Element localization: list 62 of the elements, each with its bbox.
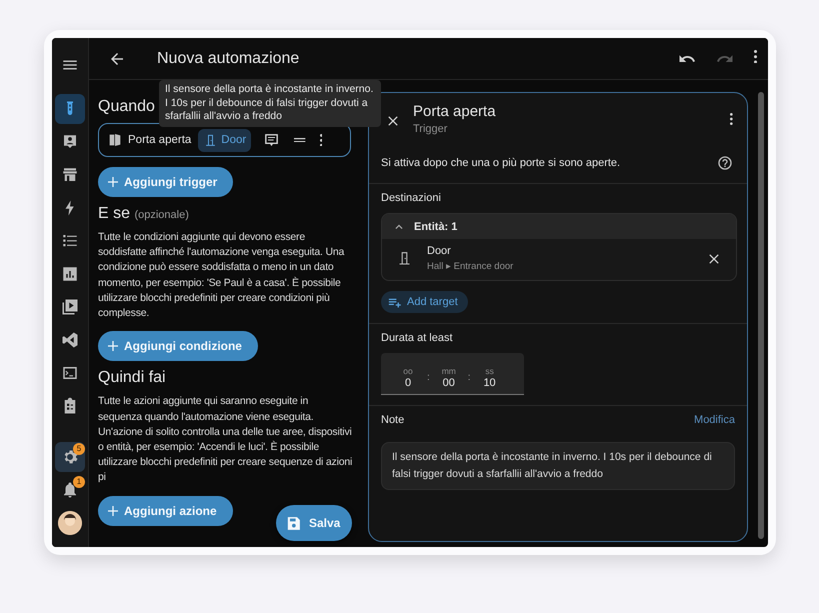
sidebar-item[interactable]: 5: [55, 442, 85, 472]
entity-path: Hall ▸ Entrance door: [427, 260, 514, 272]
plus-icon: [108, 506, 118, 516]
save-icon: [285, 514, 302, 532]
avatar-icon: [58, 510, 82, 534]
sidebar-item[interactable]: [55, 94, 85, 124]
colon-separator: :: [427, 372, 430, 383]
add-button[interactable]: Aggiungi condizione: [98, 331, 258, 362]
more-icon: [320, 134, 322, 146]
section-description: Tutte le azioni aggiunte qui saranno eseguite in sequenza quando l'automazione viene eseguita. Un'azione di solito controlla una delle tue aree, dispositivi o entità, per esempio: 'Accendi le luci'. È possibile utilizzare blocchi predefiniti per creare sequenze di azioni pi: [98, 394, 354, 486]
panel-subtitle: Trigger: [413, 123, 448, 135]
door-icon: [107, 132, 123, 148]
notification-badge: 5: [73, 442, 85, 454]
target-chip[interactable]: Door: [198, 128, 252, 152]
field-label: mm: [442, 366, 456, 376]
more-button[interactable]: [318, 132, 324, 148]
bar-chart-icon: [61, 264, 79, 282]
play-stack-icon: [61, 298, 79, 316]
section-heading: E se: [98, 205, 132, 222]
code-editor-icon: [61, 330, 79, 348]
edit-link[interactable]: Modifica: [694, 414, 735, 426]
scrollbar[interactable]: [758, 92, 764, 539]
note-text: Il sensore della porta è incostante in inverno. I 10s per il debounce di falsi trigger dovuti a sfarfallii all'avvio a freddo: [381, 442, 735, 490]
optional-label: (opzionale): [134, 209, 189, 221]
plus-icon: [108, 177, 118, 187]
field-label: ss: [485, 366, 494, 376]
duration-input[interactable]: oo 0 : mm 00 : ss 10: [381, 353, 524, 395]
field-value: 00: [442, 377, 456, 389]
store-icon: [61, 166, 79, 184]
add-button[interactable]: Aggiungi azione: [98, 496, 233, 526]
more-icon: [754, 50, 757, 63]
field-value: 0: [404, 377, 412, 389]
entity-name: Door: [427, 245, 452, 257]
more-icon: [730, 113, 733, 125]
trigger-label: Porta aperta: [128, 134, 192, 146]
section-label: Note: [381, 414, 404, 426]
field-label: oo: [403, 366, 413, 376]
panel-title: Porta aperta: [413, 103, 497, 120]
group-header[interactable]: Entità: 1: [382, 214, 736, 239]
add-target-button[interactable]: Add target: [381, 291, 468, 313]
section-label: Destinazioni: [381, 192, 441, 204]
notification-icon: [61, 480, 79, 498]
field-value: 10: [482, 377, 497, 389]
drag-handle-icon: [294, 138, 306, 142]
trigger-description: Si attiva dopo che una o più porte si sono aperte.: [381, 157, 620, 169]
colon-separator: :: [468, 372, 471, 383]
more-button[interactable]: [728, 111, 735, 127]
comment-icon: [263, 132, 280, 148]
plus-icon: [108, 341, 118, 352]
add-button[interactable]: Aggiungi trigger: [98, 167, 234, 197]
sidebar-item[interactable]: 1: [55, 474, 85, 504]
section-label: Durata at least: [381, 332, 453, 344]
section-description: Tutte le condizioni aggiunte qui devono essere soddisfatte affinché l'automazione venga eseguita. Una condizione può essere soddisfatta o meno in un dato momento, per esempio: 'Se Paul è a casa'. È possibile utilizzare blocchi predefiniti per creare condizioni più complesse.: [98, 230, 346, 322]
save-button[interactable]: Salva: [276, 505, 352, 541]
page-title: Nuova automazione: [157, 50, 300, 68]
section-heading: Quando: [98, 98, 155, 116]
drag-handle[interactable]: [292, 136, 308, 144]
tooltip: Il sensore della porta è incostante in inverno. I 10s per il debounce di falsi trigger dovuti a sfarfallii all'avvio a freddo: [159, 80, 381, 127]
section-heading: Quindi fai: [98, 369, 166, 388]
help-icon: [717, 155, 733, 171]
person-card-icon: [61, 132, 79, 150]
notification-badge: 1: [73, 476, 85, 488]
